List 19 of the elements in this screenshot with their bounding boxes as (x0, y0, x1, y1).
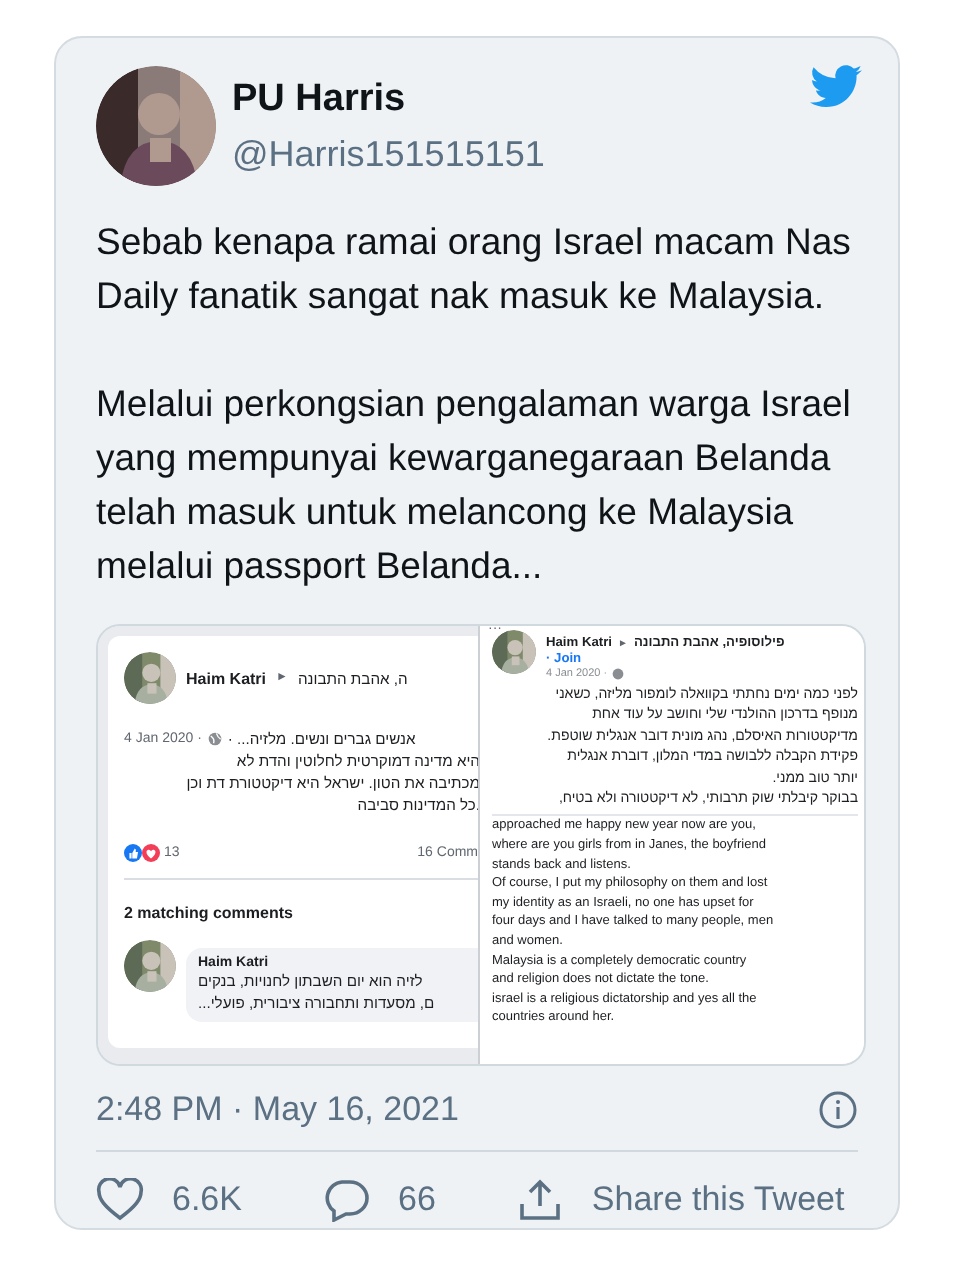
tweet-text: Melalui perkongsian pengalaman warga Israel yang mempunyai kewarganegaraan Belanda telah masuk untuk melancong ke Malaysia melalui passport Belanda... (96, 380, 853, 590)
author-name[interactable]: PU Harris (232, 77, 545, 121)
tweet-text: Sebab kenapa ramai orang Israel macam Nas Daily fanatik sangat nak masuk ke Malaysia. (96, 218, 853, 320)
like-button[interactable]: 6.6K (96, 1178, 242, 1222)
matching-comments-heading: 2 matching comments (124, 904, 295, 922)
share-button[interactable]: Share this Tweet (515, 1176, 845, 1224)
heart-icon (96, 1178, 144, 1222)
speech-bubble-icon (321, 1178, 370, 1222)
globe-icon (207, 732, 222, 746)
author-name[interactable]: Haim Katri (186, 669, 267, 687)
share-icon (515, 1176, 564, 1224)
thumbs-up-icon (124, 844, 142, 862)
embedded-screenshot[interactable] (96, 624, 866, 1066)
author-handle[interactable]: @Harris151515151 (232, 133, 545, 175)
reply-button[interactable]: 66 (321, 1178, 436, 1222)
globe-icon (611, 668, 624, 680)
tweet-timestamp[interactable]: 2:48 PM · May 16, 2021 (96, 1090, 459, 1130)
heart-reaction-icon (142, 844, 160, 862)
info-icon[interactable] (818, 1090, 858, 1130)
